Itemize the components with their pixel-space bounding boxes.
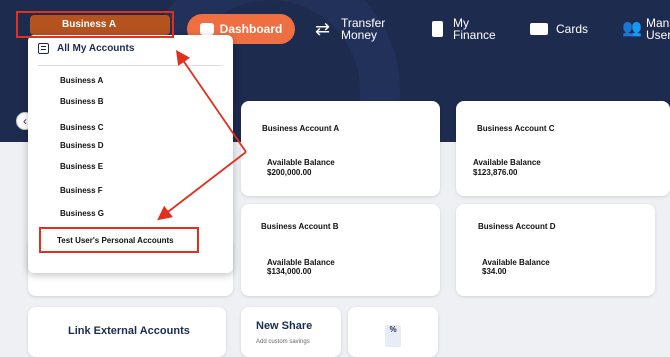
annotation-arrows [157, 50, 247, 221]
annotation-arrow-down [157, 151, 247, 221]
annotation-arrow-up [175, 50, 247, 153]
